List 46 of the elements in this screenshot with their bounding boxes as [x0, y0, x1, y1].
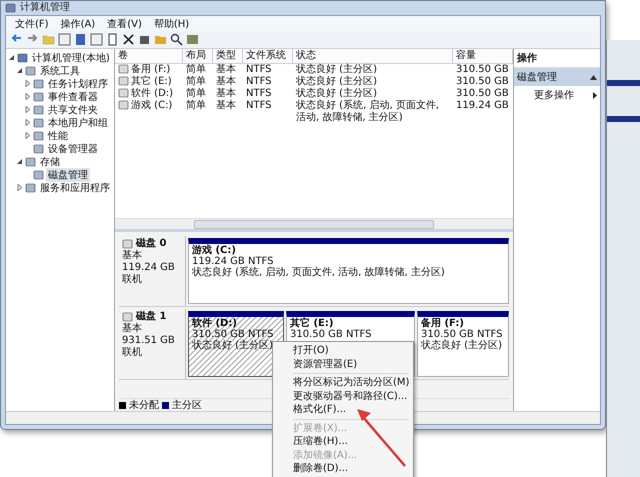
disk-size: 931.51 GB	[122, 335, 176, 346]
table-cell: NTFS	[246, 88, 272, 100]
partition-status: 状态良好 (主分区)	[192, 340, 274, 351]
table-cell: 基本	[216, 100, 236, 112]
partition-name: 游戏 (C:)	[192, 245, 237, 256]
disk-name: 磁盘 1	[136, 311, 166, 322]
disk-status: 联机	[122, 347, 143, 359]
partition-status: 状态良好 (主分区)	[421, 340, 503, 351]
table-cell-text: 简单	[186, 76, 206, 88]
partition-size: 119.24 GB NTFS	[192, 256, 274, 267]
disk-type: 基本	[122, 250, 143, 262]
table-cell: NTFS	[246, 100, 272, 112]
table-cell-text: 简单	[186, 88, 206, 100]
partition-status: 状态良好 (系统, 启动, 页面文件, 活动, 故障转储, 主分区)	[192, 267, 446, 278]
table-cell-text: 基本	[216, 88, 236, 100]
partition-name: 其它 (E:)	[290, 318, 334, 329]
window-title: 计算机管理	[20, 2, 70, 14]
table-cell: 310.50 GB	[456, 88, 509, 100]
table-cell-text: 状态良好 (主分区)	[296, 64, 377, 76]
legend-label: 主分区	[172, 398, 202, 412]
table-cell-text: 基本	[216, 76, 236, 88]
table-cell-text: 状态良好 (主分区)	[296, 88, 377, 100]
table-cell: 310.50 GB	[456, 64, 509, 76]
disk-name: 磁盘 0	[136, 238, 166, 250]
table-cell: 游戏 (C:)	[131, 100, 172, 112]
table-cell: 119.24 GB	[456, 100, 509, 112]
partition-name: 软件 (D:)	[192, 318, 238, 329]
table-cell: NTFS	[246, 64, 272, 76]
partition-size: 310.50 GB NTFS	[192, 329, 274, 340]
table-cell-text: 简单	[186, 64, 206, 76]
disk-status: 联机	[122, 274, 143, 286]
table-cell-text: 状态良好 (主分区)	[296, 76, 377, 88]
table-cell: 其它 (E:)	[131, 76, 172, 88]
partition-name: 备用 (F:)	[421, 318, 465, 329]
partition-size: 310.50 GB NTFS	[290, 329, 372, 340]
disk-type: 基本	[122, 323, 143, 335]
table-cell-text: 基本	[216, 64, 236, 76]
legend-label: 未分配	[129, 398, 159, 412]
table-cell: 310.50 GB	[456, 76, 509, 88]
table-cell-text: 软件 (D:)	[131, 88, 174, 100]
disk-size: 119.24 GB	[122, 262, 176, 274]
table-cell: NTFS	[246, 76, 272, 88]
table-cell-text: 状态良好 (系统, 启动, 页面文件, 活动, 故障转储, 主分区)	[296, 100, 440, 124]
table-cell: 简单	[186, 100, 206, 112]
table-cell-text: 备用 (F:)	[131, 64, 170, 76]
partition-size: 310.50 GB NTFS	[421, 329, 504, 340]
